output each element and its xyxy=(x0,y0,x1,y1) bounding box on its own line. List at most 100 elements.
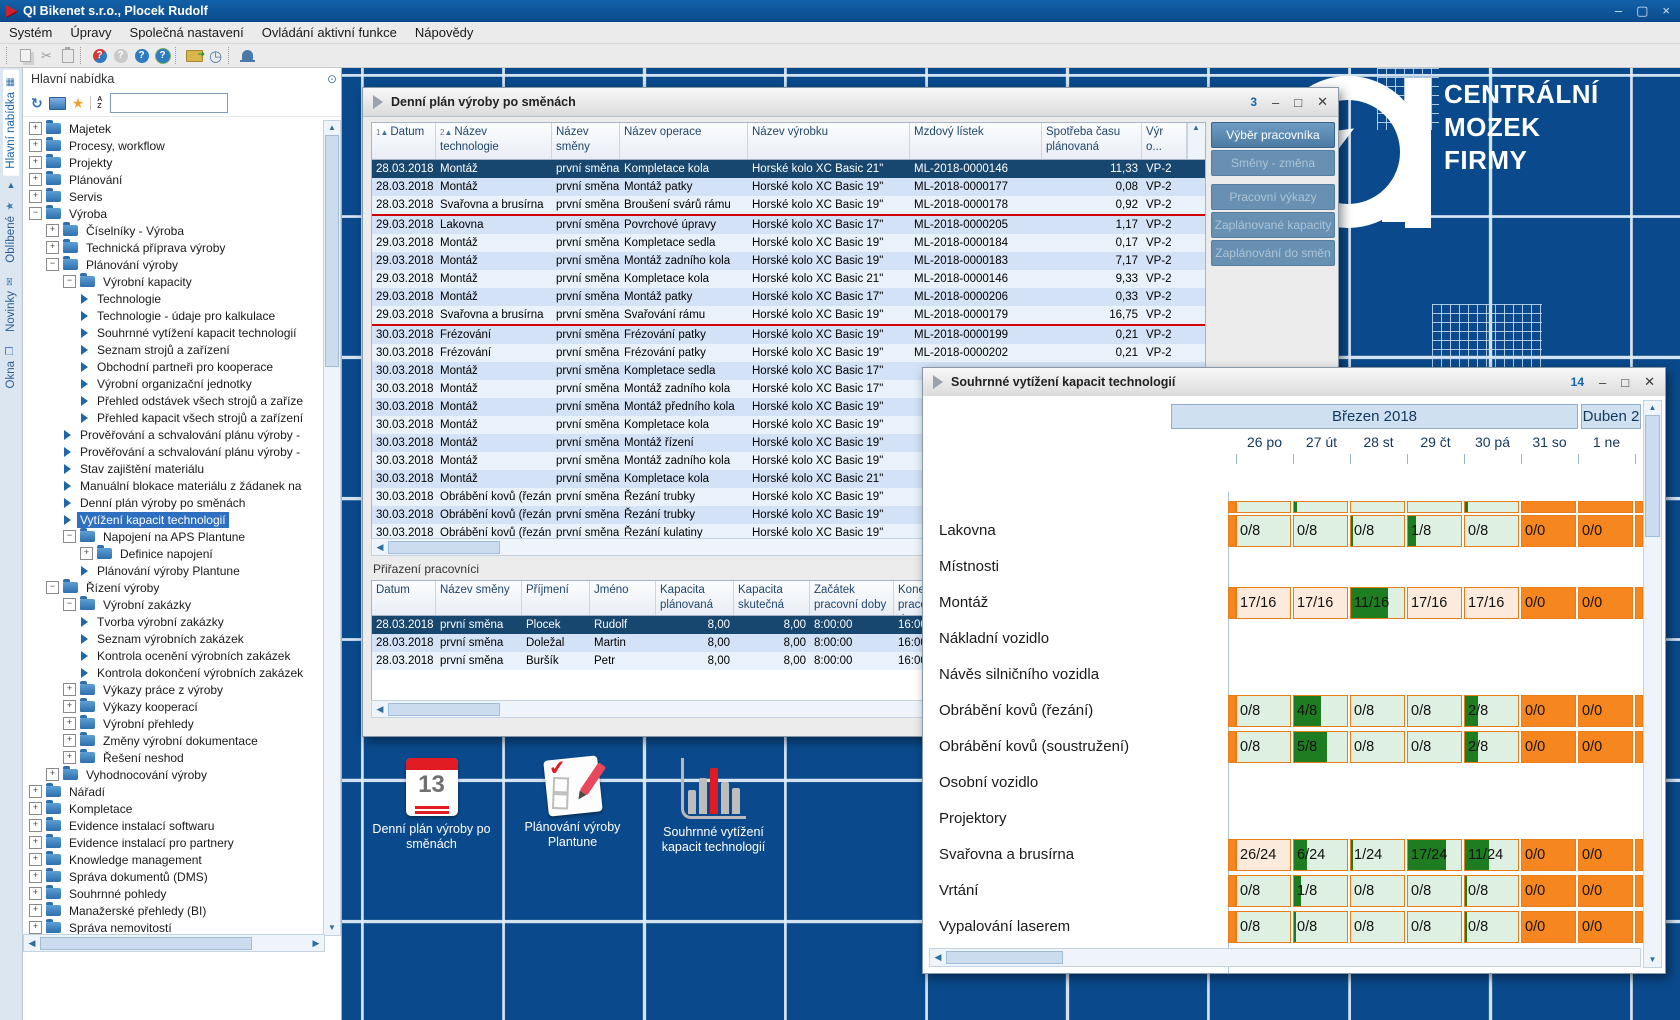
capacity-cell[interactable]: 0/8 xyxy=(1236,695,1291,727)
tree-item[interactable]: Technologie xyxy=(23,290,323,307)
capacity-cell[interactable]: 0/8 xyxy=(1350,731,1405,763)
menu-item-syst-m[interactable]: Systém xyxy=(0,25,61,40)
month-header[interactable]: Březen 2018 xyxy=(1171,404,1578,429)
collapse-icon[interactable]: − xyxy=(63,275,76,288)
tree-item[interactable]: +Nářadí xyxy=(23,783,323,800)
expand-icon[interactable]: + xyxy=(46,224,59,237)
capacity-cell[interactable]: 2/8 xyxy=(1464,731,1519,763)
capacity-cell-weekend[interactable]: 0/0 xyxy=(1521,515,1576,547)
tree-item[interactable]: +Plánování xyxy=(23,171,323,188)
paste-icon[interactable] xyxy=(57,46,78,65)
app-close-button[interactable]: × xyxy=(1662,3,1670,19)
tree-item[interactable]: Technologie - údaje pro kalkulace xyxy=(23,307,323,324)
window2-titlebar[interactable]: Souhrnné vytížení kapacit technologií 14… xyxy=(923,368,1665,397)
capacity-cell[interactable]: 0/8 xyxy=(1293,515,1348,547)
cut-icon[interactable]: ✂ xyxy=(36,46,57,65)
tree-item[interactable]: Prověřování a schvalování plánu výroby - xyxy=(23,443,323,460)
tree-item[interactable]: −Plánování výroby xyxy=(23,256,323,273)
collapse-icon[interactable]: − xyxy=(63,598,76,611)
capacity-cell-weekend[interactable]: 0/0 xyxy=(1578,911,1633,943)
button-zapl-novan-kapacity[interactable]: Zaplánované kapacity xyxy=(1211,212,1335,238)
capacity-cell-weekend[interactable] xyxy=(1578,501,1633,513)
menu-item--pravy[interactable]: Úpravy xyxy=(61,25,120,40)
column-header[interactable]: 2▲Název technologie xyxy=(436,123,552,159)
capacity-cell-weekend[interactable]: 0/0 xyxy=(1521,839,1576,871)
capacity-cell[interactable]: 17/16 xyxy=(1236,587,1291,619)
capacity-cell[interactable]: 11/24 xyxy=(1464,839,1519,871)
capacity-cell-weekend[interactable]: 0/0 xyxy=(1578,875,1633,907)
capacity-cell[interactable]: 0/8 xyxy=(1464,911,1519,943)
table-row[interactable]: 28.03.2018Montážprvní směnaMontáž patkyH… xyxy=(372,178,1205,196)
expand-icon[interactable]: + xyxy=(29,870,42,883)
tree-item[interactable]: Výrobní organizační jednotky xyxy=(23,375,323,392)
tree-item[interactable]: +Procesy, workflow xyxy=(23,137,323,154)
expand-icon[interactable]: + xyxy=(63,751,76,764)
scroll-left-icon[interactable]: ◀ xyxy=(372,704,388,715)
tree-item[interactable]: Obchodní partneři pro kooperace xyxy=(23,358,323,375)
column-header[interactable]: 1▲Datum xyxy=(372,123,436,159)
menu-item-n-pov-dy[interactable]: Nápovědy xyxy=(406,25,483,40)
column-header[interactable]: Mzdový lístek xyxy=(910,123,1042,159)
capacity-cell[interactable]: 0/8 xyxy=(1350,911,1405,943)
sidebar-tab-novinky[interactable]: Novinky✉ xyxy=(3,269,19,339)
window1-close-button[interactable]: ✕ xyxy=(1317,94,1328,110)
capacity-cell-weekend[interactable] xyxy=(1521,501,1576,513)
tree-item[interactable]: Tvorba výrobní zakázky xyxy=(23,613,323,630)
day-header[interactable]: 26 po xyxy=(1236,434,1293,450)
collapse-icon[interactable]: − xyxy=(46,581,59,594)
tree-item[interactable]: +Manažerské přehledy (BI) xyxy=(23,902,323,919)
capacity-cell[interactable]: 17/16 xyxy=(1407,587,1462,619)
scroll-left-icon[interactable]: ◀ xyxy=(372,542,388,553)
day-header[interactable]: 28 st xyxy=(1350,434,1407,450)
collapse-icon[interactable]: − xyxy=(46,258,59,271)
capacity-cell[interactable]: 2/8 xyxy=(1464,695,1519,727)
column-header[interactable]: Příjmení xyxy=(522,581,590,615)
tree-item[interactable]: Přehled kapacit všech strojů a zařízení xyxy=(23,409,323,426)
tree-item[interactable]: −Napojení na APS Plantune xyxy=(23,528,323,545)
capacity-cell[interactable]: 0/8 xyxy=(1350,695,1405,727)
tree-item[interactable]: +Výkazy práce z výroby xyxy=(23,681,323,698)
column-header[interactable]: Začátek pracovní doby xyxy=(810,581,894,615)
scroll-down-icon[interactable]: ▼ xyxy=(1644,953,1661,967)
tree-horizontal-scrollbar[interactable]: ◀ ▶ xyxy=(23,934,325,952)
tree-item[interactable]: −Výrobní kapacity xyxy=(23,273,323,290)
tree-item[interactable]: +Výkazy kooperací xyxy=(23,698,323,715)
user-help-icon[interactable]: ? xyxy=(152,46,173,65)
capacity-cell[interactable]: 0/8 xyxy=(1407,911,1462,943)
expand-icon[interactable]: + xyxy=(29,139,42,152)
expand-icon[interactable]: + xyxy=(29,156,42,169)
column-header[interactable]: Datum xyxy=(372,581,436,615)
refresh-icon[interactable]: ↻ xyxy=(31,95,43,112)
capacity-cell[interactable]: 11/16 xyxy=(1350,587,1405,619)
column-header[interactable]: Název směny xyxy=(552,123,620,159)
capacity-cell-weekend[interactable]: 0/0 xyxy=(1521,731,1576,763)
scroll-left-icon[interactable]: ◀ xyxy=(24,938,40,949)
expand-icon[interactable]: + xyxy=(80,547,93,560)
help-context-icon[interactable]: ? xyxy=(89,46,110,65)
tree-item[interactable]: +Knowledge management xyxy=(23,851,323,868)
expand-icon[interactable]: + xyxy=(29,887,42,900)
day-header[interactable]: 1 ne xyxy=(1578,434,1635,450)
sidebar-tab-okna[interactable]: Okna❐ xyxy=(3,339,19,396)
tree-item[interactable]: +Řešení neshod xyxy=(23,749,323,766)
tree-item[interactable]: +Změny výrobní dokumentace xyxy=(23,732,323,749)
button-sm-ny-zm-na[interactable]: Směny - změna xyxy=(1211,150,1335,176)
month-header[interactable]: Duben 2 xyxy=(1581,404,1641,429)
app-maximize-button[interactable]: ▢ xyxy=(1636,3,1648,19)
tree-item[interactable]: Stav zajištění materiálu xyxy=(23,460,323,477)
capacity-cell[interactable]: 1/8 xyxy=(1293,875,1348,907)
help-icon[interactable]: ? xyxy=(131,46,152,65)
window1-titlebar[interactable]: Denní plán výroby po směnách 3 – □ ✕ xyxy=(363,88,1338,117)
favorites-star-icon[interactable]: ★ xyxy=(72,95,85,112)
column-header[interactable]: Název operace xyxy=(620,123,748,159)
capacity-cell[interactable]: 0/8 xyxy=(1236,515,1291,547)
table1-vertical-scrollbar[interactable]: ▲ xyxy=(1187,123,1204,159)
sidebar-tab-obl-ben-[interactable]: Oblíbené★ xyxy=(3,194,19,270)
expand-icon[interactable]: + xyxy=(46,241,59,254)
tree-item[interactable]: +Kompletace xyxy=(23,800,323,817)
tree-item[interactable]: Kontrola dokončení výrobních zakázek xyxy=(23,664,323,681)
button-v-b-r-pracovn-ka[interactable]: Výběr pracovníka xyxy=(1211,122,1335,148)
capacity-cell[interactable]: 26/24 xyxy=(1236,839,1291,871)
scroll-down-icon[interactable]: ▼ xyxy=(324,921,340,935)
menu-item-spole-n-nastaven-[interactable]: Společná nastavení xyxy=(121,25,253,40)
